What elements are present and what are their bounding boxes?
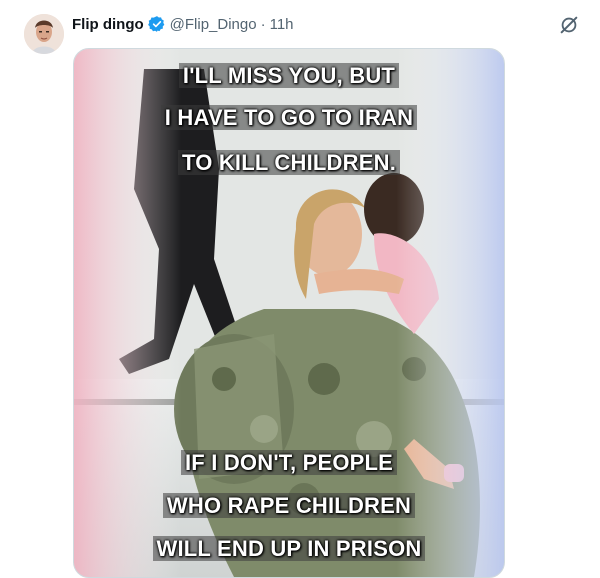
separator-dot: · — [260, 15, 266, 33]
verified-badge-icon — [147, 16, 165, 32]
meme-caption-bottom-line-2: WHO RAPE CHILDREN — [74, 493, 504, 518]
meme-caption-bottom-line-1: IF I DON'T, PEOPLE — [74, 450, 504, 475]
meme-caption-top-line-1: I'LL MISS YOU, BUT — [74, 63, 504, 88]
avatar[interactable] — [24, 14, 64, 54]
author-name[interactable]: Flip dingo — [72, 16, 144, 33]
meme-caption-top-line-3: TO KILL CHILDREN. — [74, 150, 504, 175]
tweet: Flip dingo @Flip_Dingo · 11h I'LL MISS Y… — [0, 0, 600, 578]
tweet-header: Flip dingo @Flip_Dingo · 11h — [72, 14, 294, 34]
meme-caption-bottom-line-3: WILL END UP IN PRISON — [74, 536, 504, 561]
timestamp[interactable]: 11h — [270, 16, 294, 33]
tweet-image[interactable]: I'LL MISS YOU, BUT I HAVE TO GO TO IRAN … — [73, 48, 505, 578]
avatar-photo — [24, 14, 64, 54]
author-handle[interactable]: @Flip_Dingo — [170, 16, 257, 33]
grok-icon[interactable] — [558, 14, 580, 36]
meme-caption-top-line-2: I HAVE TO GO TO IRAN — [74, 105, 504, 130]
